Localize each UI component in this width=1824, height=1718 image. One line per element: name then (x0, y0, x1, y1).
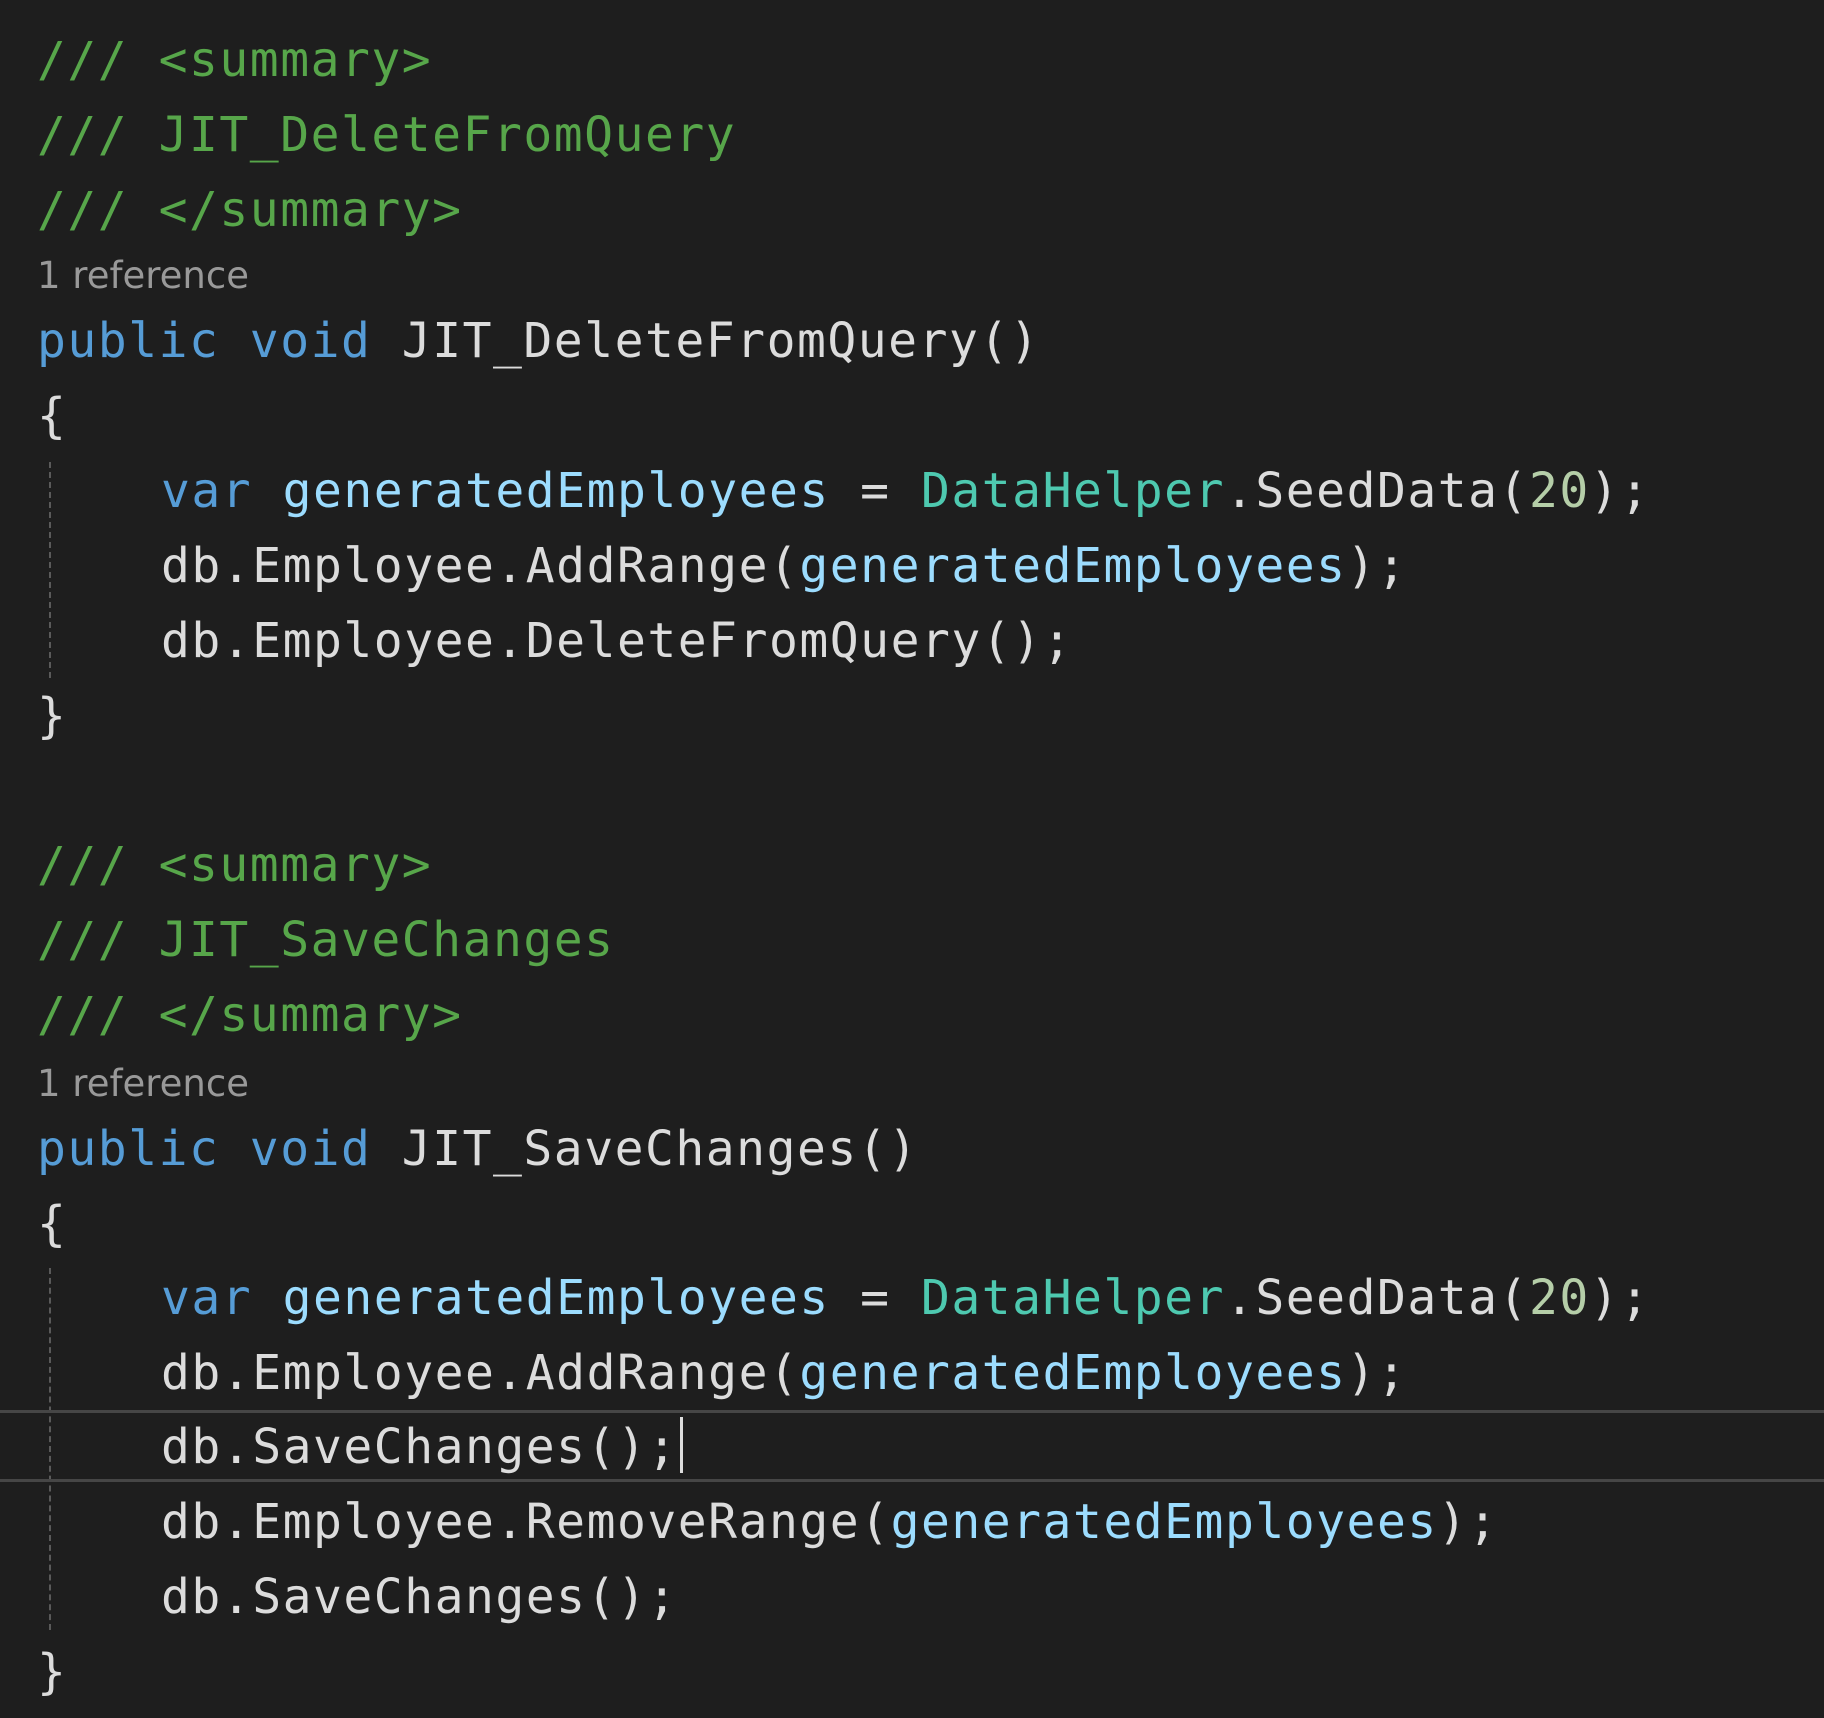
method-call: db.Employee.AddRange( (161, 1345, 800, 1401)
code-line: /// </summary> (0, 977, 1824, 1053)
open-brace: { (37, 388, 68, 444)
method-call: .SeedData( (1224, 463, 1529, 519)
punctuation: ); (1346, 1345, 1408, 1401)
doc-comment: /// </summary> (37, 987, 463, 1043)
open-brace: { (37, 1196, 68, 1252)
variable-name: generatedEmployees (799, 538, 1347, 594)
code-line-current[interactable]: db.SaveChanges(); (0, 1409, 1824, 1485)
keyword-var: var (161, 1270, 253, 1326)
code-line: /// <summary> (0, 827, 1824, 903)
method-name: JIT_SaveChanges() (401, 1121, 919, 1177)
punctuation: ); (1437, 1494, 1499, 1550)
code-line: /// <summary> (0, 22, 1824, 98)
code-line: public void JIT_SaveChanges() (0, 1111, 1824, 1187)
code-line: { (0, 1186, 1824, 1262)
text-caret (679, 1417, 683, 1473)
operator: = (829, 1270, 921, 1326)
code-line: } (0, 1634, 1824, 1710)
punctuation: ); (1346, 538, 1408, 594)
code-line: var generatedEmployees = DataHelper.Seed… (0, 453, 1824, 529)
code-line: db.SaveChanges(); (0, 1559, 1824, 1635)
keyword-public: public (37, 1121, 220, 1177)
number-literal: 20 (1528, 463, 1590, 519)
close-brace: } (37, 1644, 68, 1700)
code-line: /// </summary> (0, 172, 1824, 248)
variable-name: generatedEmployees (282, 463, 830, 519)
method-call: db.SaveChanges(); (161, 1419, 678, 1475)
keyword-public: public (37, 313, 220, 369)
number-literal: 20 (1528, 1270, 1590, 1326)
code-line: { (0, 378, 1824, 454)
punctuation: ); (1589, 463, 1651, 519)
codelens-references[interactable]: 1 reference (37, 246, 249, 306)
variable-name: generatedEmployees (890, 1494, 1438, 1550)
variable-name: generatedEmployees (282, 1270, 830, 1326)
codelens-references[interactable]: 1 reference (37, 1054, 249, 1114)
method-call: db.Employee.AddRange( (161, 538, 800, 594)
keyword-void: void (249, 313, 372, 369)
code-line: } (0, 678, 1824, 754)
code-line: public void JIT_DeleteFromQuery() (0, 303, 1824, 379)
doc-comment: /// <summary> (37, 837, 433, 893)
method-call: db.Employee.RemoveRange( (161, 1494, 891, 1550)
code-editor[interactable]: /// <summary> /// JIT_DeleteFromQuery //… (0, 0, 1824, 1718)
code-line: db.Employee.AddRange(generatedEmployees)… (0, 1335, 1824, 1411)
method-call: db.SaveChanges(); (161, 1569, 678, 1625)
punctuation: ); (1589, 1270, 1651, 1326)
type-name: DataHelper (920, 463, 1225, 519)
code-line: db.Employee.RemoveRange(generatedEmploye… (0, 1484, 1824, 1560)
code-line: var generatedEmployees = DataHelper.Seed… (0, 1260, 1824, 1336)
method-call: .SeedData( (1224, 1270, 1529, 1326)
type-name: DataHelper (920, 1270, 1225, 1326)
code-line: db.Employee.AddRange(generatedEmployees)… (0, 528, 1824, 604)
variable-name: generatedEmployees (799, 1345, 1347, 1401)
doc-comment: /// JIT_DeleteFromQuery (37, 107, 737, 163)
doc-comment: /// JIT_SaveChanges (37, 912, 615, 968)
keyword-var: var (161, 463, 253, 519)
operator: = (829, 463, 921, 519)
code-line: /// JIT_DeleteFromQuery (0, 97, 1824, 173)
keyword-void: void (249, 1121, 372, 1177)
code-line: /// JIT_SaveChanges (0, 902, 1824, 978)
method-name: JIT_DeleteFromQuery() (401, 313, 1041, 369)
method-call: db.Employee.DeleteFromQuery(); (161, 613, 1073, 669)
code-line: db.Employee.DeleteFromQuery(); (0, 603, 1824, 679)
close-brace: } (37, 688, 68, 744)
doc-comment: /// <summary> (37, 32, 433, 88)
doc-comment: /// </summary> (37, 182, 463, 238)
